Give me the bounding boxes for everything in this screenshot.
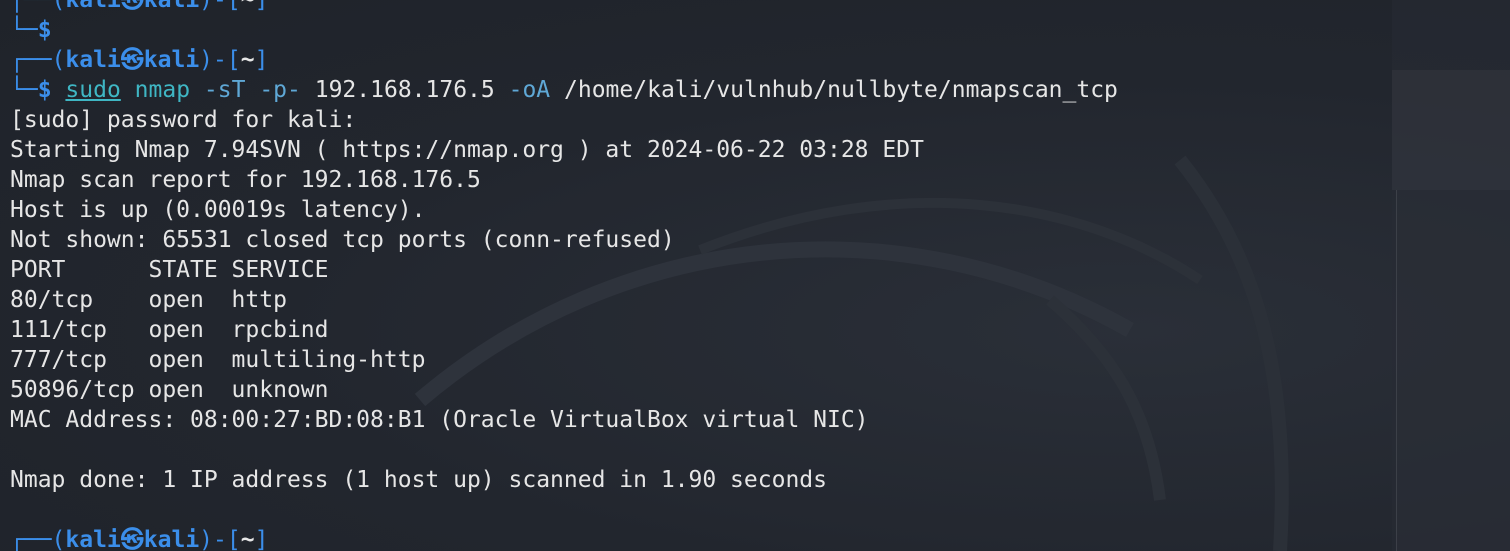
prompt-line: ┌──(kali㉿kali)-[~] <box>10 0 269 13</box>
port-row: 777/tcp open multiling-http <box>10 347 426 373</box>
port-row: 111/tcp open rpcbind <box>10 317 329 343</box>
output-line: Nmap done: 1 IP address (1 host up) scan… <box>10 467 827 493</box>
nmap-command: nmap <box>134 77 191 103</box>
output-line: MAC Address: 08:00:27:BD:08:B1 (Oracle V… <box>10 407 869 433</box>
port-table-header: PORT STATE SERVICE <box>10 257 329 283</box>
terminal-window[interactable]: ┌──(kali㉿kali)-[~] └─$ ┌──(kali㉿kali)-[~… <box>0 0 1510 551</box>
prompt-line: ┌──(kali㉿kali)-[~] <box>10 47 269 73</box>
prompt-line: ┌──(kali㉿kali)-[~] <box>10 527 269 551</box>
port-row: 50896/tcp open unknown <box>10 377 329 403</box>
output-line: Host is up (0.00019s latency). <box>10 197 426 223</box>
terminal-output: ┌──(kali㉿kali)-[~] └─$ ┌──(kali㉿kali)-[~… <box>10 0 1118 551</box>
output-line: Starting Nmap 7.94SVN ( https://nmap.org… <box>10 137 924 163</box>
command-line: └─$ sudo nmap -sT -p- 192.168.176.5 -oA … <box>10 77 1118 103</box>
prompt-input-line: └─$ <box>10 17 52 43</box>
output-line: [sudo] password for kali: <box>10 107 357 133</box>
sudo-command: sudo <box>65 77 121 103</box>
port-row: 80/tcp open http <box>10 287 287 313</box>
output-line: Nmap scan report for 192.168.176.5 <box>10 167 481 193</box>
output-line: Not shown: 65531 closed tcp ports (conn-… <box>10 227 675 253</box>
background-window <box>1392 0 1510 551</box>
